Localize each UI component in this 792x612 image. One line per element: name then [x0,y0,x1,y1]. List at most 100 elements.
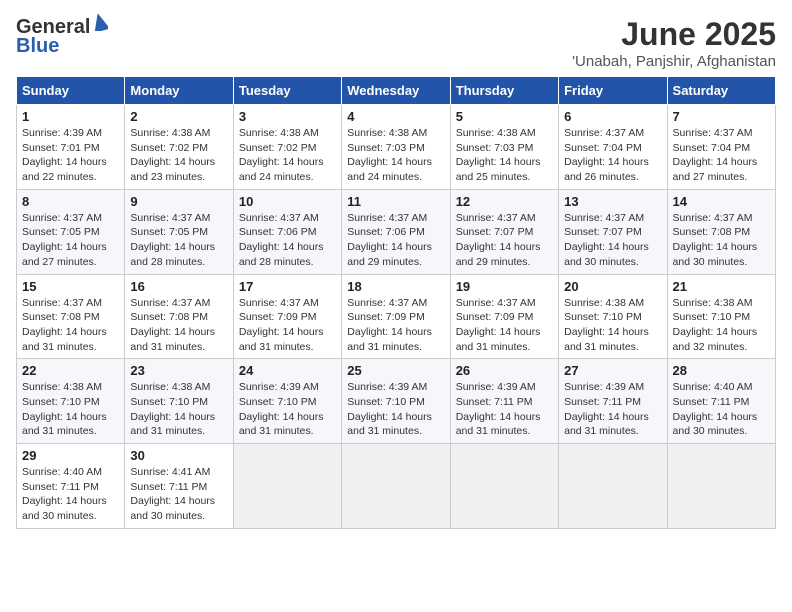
table-row: 2 Sunrise: 4:38 AMSunset: 7:02 PMDayligh… [125,105,233,190]
day-number: 1 [22,109,119,124]
day-info: Sunrise: 4:37 AMSunset: 7:09 PMDaylight:… [347,297,432,353]
weekday-header-row: Sunday Monday Tuesday Wednesday Thursday… [17,77,776,105]
day-info: Sunrise: 4:40 AMSunset: 7:11 PMDaylight:… [22,466,107,522]
table-row: 28 Sunrise: 4:40 AMSunset: 7:11 PMDaylig… [667,359,775,444]
day-info: Sunrise: 4:37 AMSunset: 7:06 PMDaylight:… [347,212,432,268]
day-number: 29 [22,448,119,463]
table-row [667,444,775,529]
calendar-week-row: 8 Sunrise: 4:37 AMSunset: 7:05 PMDayligh… [17,189,776,274]
header-saturday: Saturday [667,77,775,105]
day-info: Sunrise: 4:38 AMSunset: 7:02 PMDaylight:… [239,127,324,183]
day-number: 22 [22,363,119,378]
header-friday: Friday [559,77,667,105]
table-row: 4 Sunrise: 4:38 AMSunset: 7:03 PMDayligh… [342,105,450,190]
day-info: Sunrise: 4:37 AMSunset: 7:06 PMDaylight:… [239,212,324,268]
table-row: 10 Sunrise: 4:37 AMSunset: 7:06 PMDaylig… [233,189,341,274]
day-number: 16 [130,279,227,294]
day-number: 25 [347,363,444,378]
table-row: 6 Sunrise: 4:37 AMSunset: 7:04 PMDayligh… [559,105,667,190]
day-number: 26 [456,363,553,378]
day-number: 2 [130,109,227,124]
table-row: 23 Sunrise: 4:38 AMSunset: 7:10 PMDaylig… [125,359,233,444]
day-number: 21 [673,279,770,294]
table-row: 8 Sunrise: 4:37 AMSunset: 7:05 PMDayligh… [17,189,125,274]
day-info: Sunrise: 4:39 AMSunset: 7:10 PMDaylight:… [347,381,432,437]
day-info: Sunrise: 4:38 AMSunset: 7:02 PMDaylight:… [130,127,215,183]
table-row [450,444,558,529]
table-row: 18 Sunrise: 4:37 AMSunset: 7:09 PMDaylig… [342,274,450,359]
table-row [233,444,341,529]
logo: General Blue [16,16,108,58]
header-monday: Monday [125,77,233,105]
day-info: Sunrise: 4:40 AMSunset: 7:11 PMDaylight:… [673,381,758,437]
table-row [559,444,667,529]
day-info: Sunrise: 4:37 AMSunset: 7:09 PMDaylight:… [456,297,541,353]
day-number: 8 [22,194,119,209]
table-row: 15 Sunrise: 4:37 AMSunset: 7:08 PMDaylig… [17,274,125,359]
day-number: 3 [239,109,336,124]
table-row: 29 Sunrise: 4:40 AMSunset: 7:11 PMDaylig… [17,444,125,529]
day-info: Sunrise: 4:39 AMSunset: 7:11 PMDaylight:… [456,381,541,437]
page-header: General Blue June 2025 'Unabah, Panjshir… [16,16,776,70]
day-number: 6 [564,109,661,124]
day-info: Sunrise: 4:37 AMSunset: 7:07 PMDaylight:… [456,212,541,268]
table-row: 3 Sunrise: 4:38 AMSunset: 7:02 PMDayligh… [233,105,341,190]
day-number: 15 [22,279,119,294]
table-row: 26 Sunrise: 4:39 AMSunset: 7:11 PMDaylig… [450,359,558,444]
calendar-week-row: 1 Sunrise: 4:39 AMSunset: 7:01 PMDayligh… [17,105,776,190]
day-number: 18 [347,279,444,294]
table-row: 25 Sunrise: 4:39 AMSunset: 7:10 PMDaylig… [342,359,450,444]
day-info: Sunrise: 4:37 AMSunset: 7:08 PMDaylight:… [673,212,758,268]
day-info: Sunrise: 4:39 AMSunset: 7:01 PMDaylight:… [22,127,107,183]
day-number: 13 [564,194,661,209]
day-number: 27 [564,363,661,378]
calendar-week-row: 29 Sunrise: 4:40 AMSunset: 7:11 PMDaylig… [17,444,776,529]
day-number: 20 [564,279,661,294]
table-row: 30 Sunrise: 4:41 AMSunset: 7:11 PMDaylig… [125,444,233,529]
table-row: 19 Sunrise: 4:37 AMSunset: 7:09 PMDaylig… [450,274,558,359]
day-info: Sunrise: 4:37 AMSunset: 7:04 PMDaylight:… [673,127,758,183]
day-number: 30 [130,448,227,463]
day-number: 5 [456,109,553,124]
day-number: 14 [673,194,770,209]
day-info: Sunrise: 4:39 AMSunset: 7:10 PMDaylight:… [239,381,324,437]
month-title: June 2025 [572,16,776,53]
table-row: 9 Sunrise: 4:37 AMSunset: 7:05 PMDayligh… [125,189,233,274]
header-thursday: Thursday [450,77,558,105]
location-title: 'Unabah, Panjshir, Afghanistan [572,53,776,70]
day-info: Sunrise: 4:41 AMSunset: 7:11 PMDaylight:… [130,466,215,522]
day-number: 17 [239,279,336,294]
day-number: 7 [673,109,770,124]
day-info: Sunrise: 4:37 AMSunset: 7:09 PMDaylight:… [239,297,324,353]
header-sunday: Sunday [17,77,125,105]
table-row: 24 Sunrise: 4:39 AMSunset: 7:10 PMDaylig… [233,359,341,444]
day-info: Sunrise: 4:38 AMSunset: 7:03 PMDaylight:… [456,127,541,183]
table-row: 21 Sunrise: 4:38 AMSunset: 7:10 PMDaylig… [667,274,775,359]
calendar-week-row: 22 Sunrise: 4:38 AMSunset: 7:10 PMDaylig… [17,359,776,444]
day-number: 10 [239,194,336,209]
calendar-table: Sunday Monday Tuesday Wednesday Thursday… [16,76,776,529]
table-row: 13 Sunrise: 4:37 AMSunset: 7:07 PMDaylig… [559,189,667,274]
day-info: Sunrise: 4:38 AMSunset: 7:03 PMDaylight:… [347,127,432,183]
day-info: Sunrise: 4:37 AMSunset: 7:04 PMDaylight:… [564,127,649,183]
table-row: 22 Sunrise: 4:38 AMSunset: 7:10 PMDaylig… [17,359,125,444]
day-number: 19 [456,279,553,294]
table-row: 17 Sunrise: 4:37 AMSunset: 7:09 PMDaylig… [233,274,341,359]
table-row: 7 Sunrise: 4:37 AMSunset: 7:04 PMDayligh… [667,105,775,190]
logo-triangle-icon [92,13,108,36]
table-row: 20 Sunrise: 4:38 AMSunset: 7:10 PMDaylig… [559,274,667,359]
day-info: Sunrise: 4:38 AMSunset: 7:10 PMDaylight:… [673,297,758,353]
table-row: 11 Sunrise: 4:37 AMSunset: 7:06 PMDaylig… [342,189,450,274]
day-number: 24 [239,363,336,378]
day-info: Sunrise: 4:38 AMSunset: 7:10 PMDaylight:… [564,297,649,353]
table-row: 1 Sunrise: 4:39 AMSunset: 7:01 PMDayligh… [17,105,125,190]
header-tuesday: Tuesday [233,77,341,105]
table-row: 12 Sunrise: 4:37 AMSunset: 7:07 PMDaylig… [450,189,558,274]
day-number: 11 [347,194,444,209]
logo-blue-text: Blue [16,35,59,58]
day-info: Sunrise: 4:37 AMSunset: 7:05 PMDaylight:… [22,212,107,268]
day-number: 28 [673,363,770,378]
day-number: 12 [456,194,553,209]
day-info: Sunrise: 4:38 AMSunset: 7:10 PMDaylight:… [130,381,215,437]
table-row: 14 Sunrise: 4:37 AMSunset: 7:08 PMDaylig… [667,189,775,274]
